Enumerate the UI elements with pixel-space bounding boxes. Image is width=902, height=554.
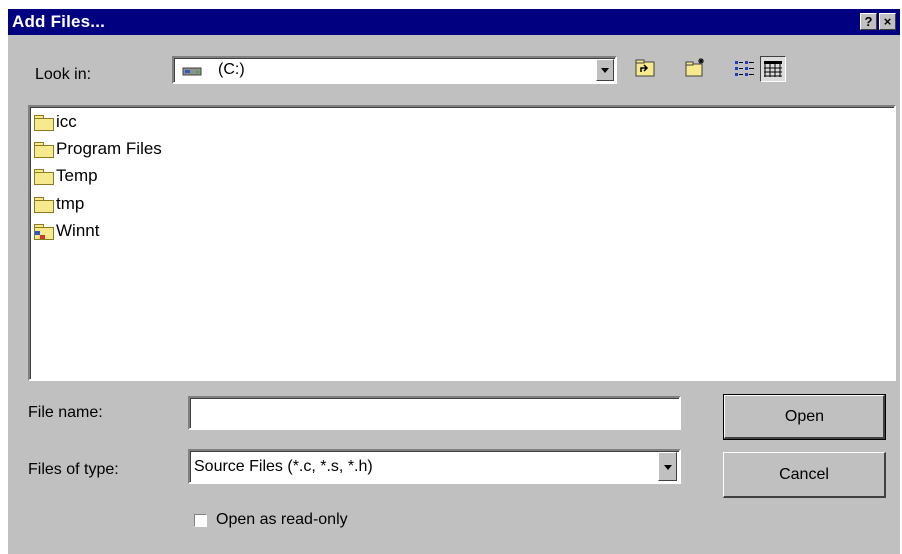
read-only-label[interactable]: Open as read-only	[216, 511, 348, 529]
file-item-name: icc	[56, 112, 77, 131]
list-view-icon	[735, 61, 754, 76]
look-in-dropdown[interactable]: (C:)	[172, 56, 617, 84]
files-of-type-dropdown[interactable]: Source Files (*.c, *.s, *.h)	[188, 449, 681, 484]
list-item[interactable]: Program Files	[34, 136, 162, 162]
file-name-field[interactable]	[188, 396, 681, 430]
file-item-name: tmp	[56, 194, 85, 213]
folder-icon	[34, 168, 54, 185]
list-item[interactable]: tmp	[34, 191, 84, 217]
folder-icon	[34, 114, 54, 131]
folder-icon	[34, 196, 54, 213]
add-files-dialog: Add Files... ? × Look in: (C:) icc Progr…	[8, 9, 900, 554]
chevron-down-icon	[663, 464, 672, 470]
help-button[interactable]: ?	[860, 13, 877, 30]
list-item[interactable]: icc	[34, 109, 77, 135]
window-title: Add Files...	[12, 12, 106, 31]
list-item[interactable]: Winnt	[34, 218, 99, 244]
file-item-name: Program Files	[56, 139, 162, 158]
look-in-label: Look in:	[35, 66, 92, 83]
list-view-button[interactable]	[732, 56, 758, 82]
look-in-value: (C:)	[218, 61, 245, 78]
chevron-down-icon	[601, 68, 609, 73]
open-button[interactable]: Open	[723, 394, 886, 440]
files-of-type-value: Source Files (*.c, *.s, *.h)	[194, 458, 373, 475]
drive-icon	[182, 67, 202, 76]
title-bar[interactable]: Add Files... ? ×	[8, 9, 900, 35]
file-item-name: Winnt	[56, 221, 100, 240]
folder-icon	[34, 141, 54, 158]
file-name-label: File name:	[28, 404, 103, 421]
file-list[interactable]: icc Program Files Temp tmp Winnt	[28, 105, 896, 381]
file-item-name: Temp	[56, 166, 98, 185]
close-button[interactable]: ×	[879, 13, 896, 30]
look-in-dropdown-arrow[interactable]	[596, 59, 614, 81]
files-of-type-label: Files of type:	[28, 461, 119, 478]
list-item[interactable]: Temp	[34, 163, 98, 189]
up-one-level-icon	[635, 59, 655, 77]
system-folder-icon	[34, 223, 54, 240]
files-of-type-dropdown-arrow[interactable]	[658, 452, 677, 481]
new-folder-icon	[685, 58, 704, 77]
up-one-level-button[interactable]	[632, 56, 658, 82]
read-only-checkbox[interactable]	[194, 514, 207, 527]
open-button-label: Open	[784, 408, 825, 425]
cancel-button-label: Cancel	[779, 465, 829, 483]
details-view-icon	[764, 61, 782, 77]
details-view-button[interactable]	[760, 56, 786, 82]
cancel-button[interactable]: Cancel	[723, 452, 886, 498]
new-folder-button[interactable]	[682, 56, 708, 82]
